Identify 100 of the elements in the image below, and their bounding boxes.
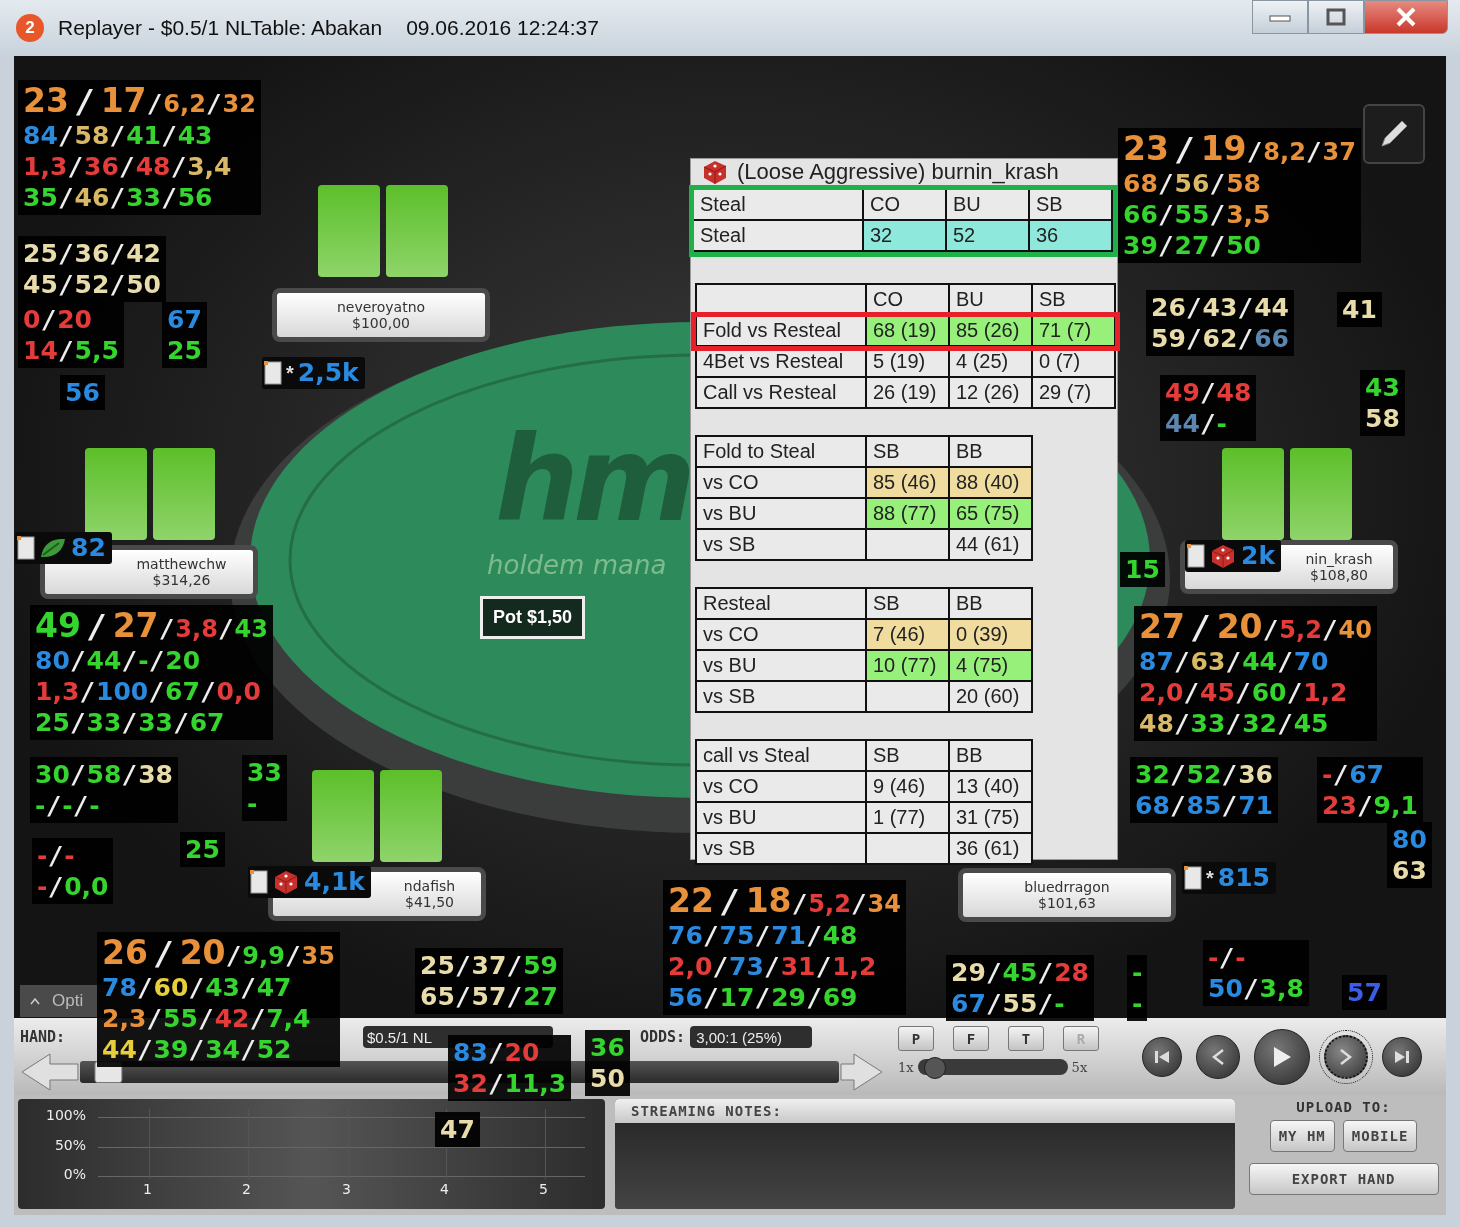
stat-value: 43 [177, 120, 213, 151]
hud-panel[interactable]: 23 / 19/ 8,2 / 37 68 / 56 / 58 66 / 55 / 3,5 39 / 27 / 50 [1118, 128, 1361, 263]
stat-separator: / [1222, 761, 1237, 789]
player-badge[interactable]: 4,1k [248, 866, 371, 898]
stat-value: 85 [1186, 790, 1222, 821]
player-name: ndafish [403, 878, 456, 894]
hud-panel[interactable]: 0 / 20 14 / 5,5 [18, 302, 124, 368]
upload-button[interactable]: MY HM [1269, 1120, 1335, 1152]
player-seat[interactable]: bluedrragon $101,63 [958, 868, 1176, 922]
stat-separator: / [1287, 679, 1302, 707]
note-icon [250, 870, 268, 894]
player-badge[interactable]: 82 [15, 532, 112, 564]
stat-separator: / [755, 922, 770, 950]
row-label: Fold vs Resteal [697, 316, 867, 347]
hud-panel[interactable]: - / - 50 / 3,8 [1203, 940, 1309, 1006]
stat-value: 56 [1174, 168, 1210, 199]
player-name: neveroyatno [336, 299, 426, 315]
axis-label: 1 [143, 1181, 152, 1197]
stat-value: 29 [771, 982, 806, 1013]
table-cell: 36 [1030, 221, 1113, 252]
stat-separator: / [58, 184, 73, 212]
street-button[interactable]: T [1008, 1026, 1044, 1051]
stat-separator: / [1226, 648, 1241, 676]
hud-panel[interactable]: 49 / 48 44 / - [1160, 375, 1257, 441]
column-header: CO [864, 190, 947, 221]
stat-value: 26 [102, 934, 148, 972]
street-button[interactable]: F [953, 1026, 989, 1051]
stat-value: 32 [453, 1068, 488, 1099]
hud-panel[interactable]: 49 / 27/ 3,8 / 43 80 / 44 / - / 20 1,3 / 100 / 67 / 0,0 25 / 33 / 33 / 67 [30, 605, 273, 740]
table-cell: 44 (61) [950, 530, 1033, 561]
stat-value: 42 [126, 238, 161, 269]
stat-value: 55 [1174, 199, 1210, 230]
hud-panel[interactable]: 23 / 17/ 6,2 / 32 84 / 58 / 41 / 43 1,3 / 36 / 48 / 3,4 35 / 46 / 33 / 56 [18, 80, 261, 215]
stat-separator: / [1038, 959, 1053, 987]
hud-panel[interactable]: 32 / 52 / 36 68 / 85 / 71 [1130, 757, 1278, 823]
stat-value: 55 [163, 1003, 198, 1034]
hud-panel[interactable]: 33 - [242, 755, 287, 821]
badge-value: 815 [1217, 864, 1270, 892]
column-header: BB [950, 741, 1033, 772]
table-cell: 29 (7) [1033, 378, 1116, 409]
close-icon [1395, 7, 1417, 27]
stat-separator: / [137, 974, 152, 1002]
stat-value: 48 [1139, 708, 1174, 739]
stat-separator: / [1278, 648, 1293, 676]
stat-value: 3,8 [175, 614, 218, 645]
street-button[interactable]: P [898, 1026, 934, 1051]
hud-panel[interactable]: - - [1127, 955, 1148, 1021]
hud-panel[interactable]: 67 25 [162, 302, 207, 368]
stat-value: 50 [1226, 230, 1261, 261]
stat-value: 63 [1190, 646, 1226, 677]
hud-panel[interactable]: 26 / 20/ 9,9 / 35 78 / 60 / 43 / 47 2,3 / 55 / 42 / 7,4 44 / 39 / 34 / 52 [97, 932, 340, 1067]
table-cell: 1 (77) [867, 803, 950, 834]
minimize-button[interactable] [1252, 0, 1308, 34]
hud-panel[interactable]: - / - - / 0,0 [32, 838, 114, 904]
next-button[interactable] [1324, 1034, 1368, 1079]
edit-button[interactable] [1363, 104, 1425, 164]
hud-panel[interactable]: 43 58 [1360, 370, 1405, 436]
player-badge[interactable]: 2k [1185, 540, 1282, 572]
column-header: SB [867, 589, 950, 620]
stat-value: 87 [1139, 646, 1174, 677]
stat-separator: / [1278, 710, 1293, 738]
upload-button[interactable]: MOBILE [1342, 1120, 1418, 1152]
stat-separator: / [1235, 679, 1250, 707]
last-button[interactable] [1382, 1036, 1422, 1077]
stat-separator: / [218, 615, 233, 643]
player-badge[interactable]: * 2,5k [262, 357, 365, 389]
stat-value: 32 [222, 89, 256, 120]
hud-panel[interactable]: 22 / 18/ 5,2 / 34 76 / 75 / 71 / 48 2,0 / 73 / 31 / 1,2 56 / 17 / 29 / 69 [663, 880, 906, 1015]
player-badge[interactable]: * 815 [1182, 862, 1276, 894]
stat-value: 36 [84, 151, 119, 182]
hud-panel[interactable]: 25 / 37 / 59 65 / 57 / 27 [415, 948, 563, 1014]
hud-panel[interactable]: 30 / 58 / 38 - / - / - [30, 757, 178, 823]
stat-value: 34 [867, 889, 901, 920]
hud-panel[interactable]: 36 50 [585, 1030, 630, 1096]
hud-panel[interactable]: 26 / 43 / 44 59 / 62 / 66 [1146, 290, 1294, 356]
stat-value: 67 [1349, 759, 1384, 790]
previous-button[interactable] [1196, 1034, 1240, 1079]
first-button[interactable] [1142, 1036, 1182, 1077]
player-seat[interactable]: neveroyatno $100,00 [272, 288, 490, 342]
hud-panel[interactable]: 29 / 45 / 28 67 / 55 / - [946, 955, 1094, 1021]
stat-value: 5,5 [74, 335, 119, 366]
row-label: vs BU [697, 803, 867, 834]
note-icon [264, 361, 282, 385]
hud-panel[interactable]: 83 / 20 32 / 11,3 [448, 1035, 572, 1101]
player-stack: $314,26 [152, 572, 211, 588]
stat-value: 58 [74, 120, 110, 151]
hud-panel[interactable]: - / 67 23 / 9,1 [1317, 757, 1423, 823]
stat-separator: / [1158, 201, 1173, 229]
hand-label: HAND: [20, 1028, 67, 1046]
stat-value: 33 [138, 707, 173, 738]
slider-thumb[interactable] [924, 1057, 947, 1079]
stat-separator: / [122, 647, 137, 675]
axis-label: 3 [342, 1181, 351, 1197]
hud-panel[interactable]: 80 63 [1387, 822, 1432, 888]
maximize-button[interactable] [1308, 0, 1364, 34]
hud-panel[interactable]: 27 / 20/ 5,2 / 40 87 / 63 / 44 / 70 2,0 / 45 / 60 / 1,2 48 / 33 / 32 / 45 [1134, 606, 1377, 741]
stat-value: 30 [35, 759, 70, 790]
close-button[interactable] [1364, 0, 1448, 34]
hud-panel[interactable]: 25 / 36 / 42 45 / 52 / 50 [18, 236, 166, 302]
export-hand-button[interactable]: EXPORT HAND [1248, 1163, 1439, 1195]
